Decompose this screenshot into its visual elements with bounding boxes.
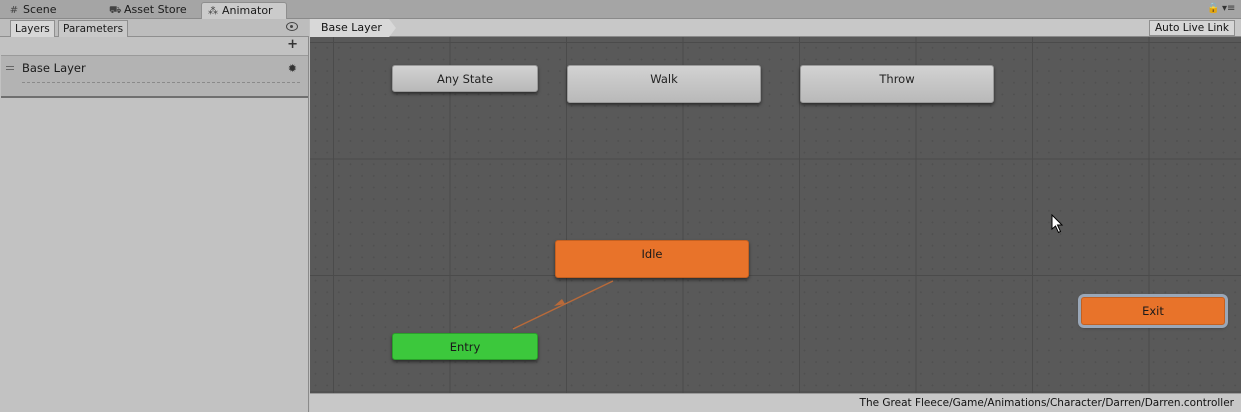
transition-line [512, 280, 614, 330]
tab-menu-icon[interactable]: ▾≡ [1222, 3, 1235, 14]
tab-animator-label: Animator [222, 4, 273, 17]
breadcrumb[interactable]: Base Layer [310, 19, 396, 37]
state-entry[interactable]: Entry [392, 333, 538, 360]
auto-live-link-button[interactable]: Auto Live Link [1149, 20, 1235, 36]
tab-asset-store[interactable]: ⛟ Asset Store [104, 2, 193, 19]
lock-icon[interactable]: 🔒 [1207, 3, 1219, 14]
grid-icon: # [9, 5, 19, 16]
state-walk[interactable]: Walk [567, 65, 761, 103]
state-throw[interactable]: Throw [800, 65, 994, 103]
state-any-state[interactable]: Any State [392, 65, 538, 92]
graph-header: Base Layer Auto Live Link [310, 19, 1241, 37]
panel-tabs: Layers Parameters [0, 19, 309, 37]
layer-weight-slider[interactable] [22, 82, 300, 83]
cursor-icon [1051, 214, 1064, 234]
layer-item-base[interactable]: Base Layer ✹ [1, 55, 308, 98]
tab-animator[interactable]: ⁂ Animator [201, 2, 287, 19]
layers-panel: Layers Parameters + Base Layer ✹ [0, 19, 309, 412]
animator-icon: ⁂ [208, 6, 218, 17]
cart-icon: ⛟ [109, 5, 122, 16]
tab-layers[interactable]: Layers [10, 20, 55, 37]
tab-parameters[interactable]: Parameters [58, 20, 129, 37]
transition-arrow-icon [554, 299, 565, 306]
state-idle[interactable]: Idle [555, 240, 749, 278]
tab-asset-store-label: Asset Store [124, 3, 187, 16]
drag-handle-icon[interactable] [6, 66, 14, 70]
state-exit[interactable]: Exit [1081, 297, 1225, 325]
editor-tab-bar: # Scene ⛟ Asset Store ⁂ Animator 🔒 ▾≡ [0, 0, 1241, 19]
eye-icon[interactable] [286, 22, 298, 31]
controller-path: The Great Fleece/Game/Animations/Charact… [859, 397, 1234, 409]
layer-name: Base Layer [22, 61, 86, 75]
add-layer-button[interactable]: + [287, 38, 298, 52]
status-bar: The Great Fleece/Game/Animations/Charact… [310, 393, 1241, 412]
animator-graph[interactable]: Any State Walk Throw Idle Entry Exit [310, 37, 1241, 393]
gear-icon[interactable]: ✹ [288, 62, 297, 75]
tab-scene[interactable]: # Scene [3, 2, 63, 19]
tab-scene-label: Scene [23, 3, 57, 16]
